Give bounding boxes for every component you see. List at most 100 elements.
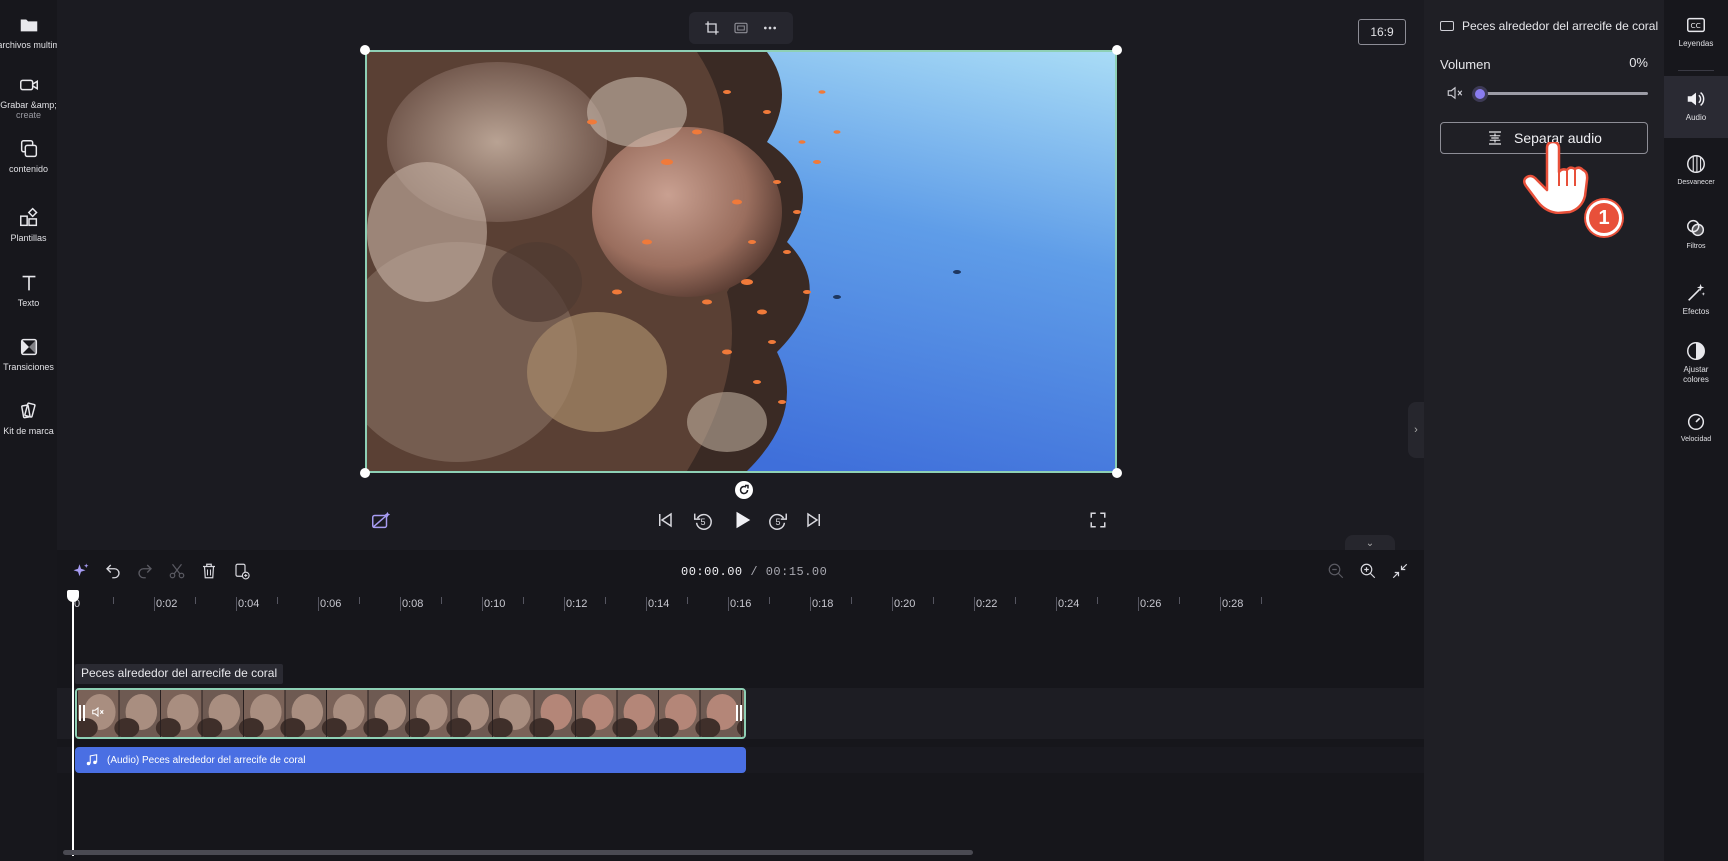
ruler-major-tick: [728, 597, 729, 611]
volume-label: Volumen: [1440, 57, 1491, 72]
fullscreen-icon: [1090, 512, 1106, 528]
ruler-major-tick: [974, 597, 975, 611]
volume-slider-thumb[interactable]: [1472, 86, 1488, 102]
fit-button[interactable]: [733, 20, 749, 36]
ruler-major-tick: [482, 597, 483, 611]
rail-item-captions[interactable]: CC Leyendas: [1664, 14, 1728, 64]
sidebar-item-brand-kit[interactable]: Kit de marca: [0, 400, 57, 436]
ruler-label: 0:22: [976, 598, 998, 610]
sidebar-item-sublabel: create: [15, 110, 41, 120]
sidebar-item-templates[interactable]: Plantillas: [0, 207, 57, 243]
clip-thumbnail: [197, 690, 243, 737]
video-clip[interactable]: [75, 688, 746, 739]
undo-button[interactable]: [104, 562, 122, 580]
play-button[interactable]: [731, 509, 753, 531]
timeline-ruler[interactable]: 0 0:02 0:04 0:06 0:08 0:10 0:12 0:14 0:16 0:18 0:2…: [72, 590, 1424, 614]
zoom-out-button[interactable]: [1327, 562, 1345, 580]
rail-item-adjust-colors[interactable]: Ajustar colores: [1664, 340, 1728, 385]
forward-5-button[interactable]: 5: [767, 510, 789, 532]
sidebar-item-transitions[interactable]: Transiciones: [0, 336, 57, 372]
folder-icon: [20, 19, 37, 32]
redo-button[interactable]: [136, 562, 154, 580]
add-to-timeline-button[interactable]: [233, 562, 251, 580]
split-button[interactable]: [168, 562, 186, 580]
zoom-in-icon: [1360, 563, 1376, 579]
clip-trim-handle-right[interactable]: [736, 705, 742, 721]
ruler-major-tick: [154, 597, 155, 611]
clip-muted-indicator: [91, 705, 105, 724]
ruler-minor-tick: [441, 597, 442, 604]
detach-audio-icon: [1489, 131, 1502, 145]
sidebar-item-content[interactable]: contenido: [0, 138, 57, 174]
sidebar-item-label: Grabar &amp;: [0, 100, 57, 110]
clip-trim-handle-left[interactable]: [79, 705, 85, 721]
skip-back-button[interactable]: [656, 511, 674, 529]
timeline-scrollbar[interactable]: [63, 850, 973, 855]
more-options-button[interactable]: [762, 20, 778, 36]
ruler-label: 0:20: [894, 598, 916, 610]
ruler-major-tick: [236, 597, 237, 611]
rail-item-label: Desvanecer: [1677, 179, 1715, 186]
ruler-major-tick: [1220, 597, 1221, 611]
audio-clip-label: (Audio) Peces alrededor del arrecife de …: [107, 754, 306, 766]
speaker-icon: [1687, 92, 1705, 106]
current-time: 00:00.00: [681, 565, 743, 579]
aspect-ratio-button[interactable]: 16:9: [1358, 19, 1406, 45]
collapse-properties-button[interactable]: ›: [1408, 402, 1424, 458]
playhead[interactable]: [72, 596, 74, 856]
templates-icon: [19, 207, 38, 227]
resize-handle-bottom-right[interactable]: [1112, 468, 1122, 478]
rail-item-effects[interactable]: Efectos: [1664, 282, 1728, 317]
rotate-handle[interactable]: [735, 481, 753, 499]
rewind-5-button[interactable]: 5: [692, 510, 714, 532]
play-icon: [736, 511, 751, 529]
sidebar-item-text[interactable]: Texto: [0, 272, 57, 308]
rail-item-speed[interactable]: Velocidad: [1664, 410, 1728, 445]
clip-thumbnail: [238, 690, 285, 737]
film-icon: [1440, 21, 1454, 31]
collapse-timeline-button[interactable]: ⌄: [1345, 535, 1395, 551]
coral-reef-image: [367, 52, 1115, 471]
ruler-minor-tick: [1261, 597, 1262, 604]
fit-timeline-button[interactable]: [1391, 562, 1409, 580]
remove-background-icon: [372, 511, 391, 529]
brand-kit-icon: [20, 402, 36, 419]
rail-item-audio[interactable]: Audio: [1664, 76, 1728, 138]
rail-item-fade[interactable]: Desvanecer: [1664, 153, 1728, 188]
clip-thumbnail: [695, 690, 741, 737]
ruler-label: 0:10: [484, 598, 506, 610]
video-preview[interactable]: [365, 50, 1117, 473]
ruler-label: 0:08: [402, 598, 424, 610]
sidebar-item-record[interactable]: Grabar &amp; create: [0, 74, 57, 120]
mute-button[interactable]: [1446, 84, 1464, 107]
transitions-icon: [20, 338, 37, 356]
resize-handle-top-left[interactable]: [360, 45, 370, 55]
ruler-label: 0:24: [1058, 598, 1080, 610]
ruler-minor-tick: [523, 597, 524, 604]
skip-forward-button[interactable]: [805, 511, 823, 529]
captions-icon: CC: [1687, 17, 1705, 33]
fullscreen-button[interactable]: [1089, 511, 1107, 529]
total-time: / 00:15.00: [750, 565, 828, 579]
sidebar-item-label: Transiciones: [3, 362, 54, 372]
playhead-handle[interactable]: [67, 590, 79, 602]
skip-back-icon: [659, 512, 672, 528]
rail-item-label: Ajustar: [1683, 365, 1709, 374]
volume-slider-track[interactable]: [1476, 92, 1648, 95]
ruler-major-tick: [1138, 597, 1139, 611]
rail-item-label: Audio: [1685, 113, 1707, 122]
rail-item-filters[interactable]: Filtros: [1664, 217, 1728, 252]
ruler-minor-tick: [113, 597, 114, 604]
chevron-right-icon: ›: [1414, 424, 1418, 436]
resize-handle-bottom-left[interactable]: [360, 468, 370, 478]
sidebar-item-media[interactable]: Tus archivos multimedia: [0, 14, 77, 50]
magic-button[interactable]: [72, 562, 90, 580]
remove-background-button[interactable]: [370, 510, 392, 532]
zoom-out-icon: [1328, 563, 1344, 579]
zoom-in-button[interactable]: [1359, 562, 1377, 580]
crop-button[interactable]: [704, 20, 720, 36]
delete-button[interactable]: [200, 562, 218, 580]
audio-clip[interactable]: (Audio) Peces alrededor del arrecife de …: [75, 747, 746, 773]
clip-thumbnail: [487, 690, 534, 737]
resize-handle-top-right[interactable]: [1112, 45, 1122, 55]
